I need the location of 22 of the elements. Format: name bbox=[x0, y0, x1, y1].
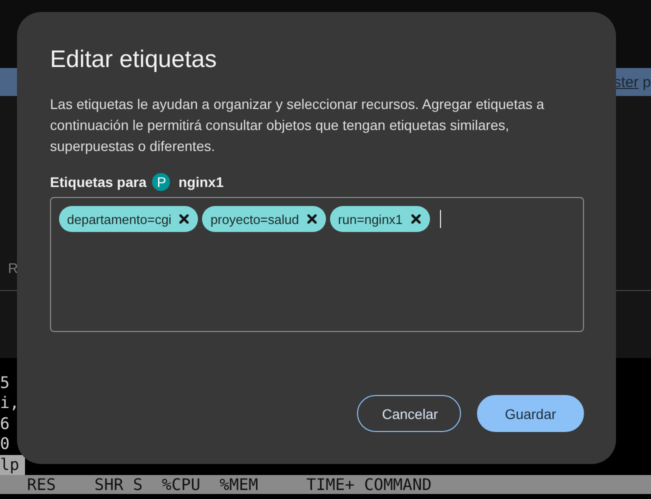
terminal-line: i, bbox=[0, 393, 20, 414]
status-header: RES SHR S %CPU %MEM TIME+ COMMAND bbox=[0, 475, 651, 494]
close-icon[interactable] bbox=[179, 214, 190, 224]
save-button[interactable]: Guardar bbox=[477, 395, 584, 432]
dialog-title: Editar etiquetas bbox=[50, 46, 217, 74]
label-chip[interactable]: proyecto=salud bbox=[202, 206, 326, 232]
text-cursor bbox=[440, 210, 442, 228]
terminal-line: 0 bbox=[0, 434, 11, 454]
close-icon[interactable] bbox=[410, 214, 421, 224]
close-icon[interactable] bbox=[306, 214, 317, 224]
field-label: Etiquetas para bbox=[50, 174, 146, 190]
column-heading: R bbox=[8, 260, 18, 276]
banner-text: p bbox=[642, 74, 651, 90]
terminal-line: 6 bbox=[0, 414, 11, 434]
terminal-line: 5 bbox=[0, 372, 11, 393]
label-chip[interactable]: departamento=cgi bbox=[59, 206, 198, 232]
resource-badge: P bbox=[152, 173, 170, 191]
labels-field[interactable]: departamento=cgi proyecto=salud run=nginx1 bbox=[50, 197, 584, 332]
label-chip[interactable]: run=nginx1 bbox=[330, 206, 430, 232]
resource-name: nginx1 bbox=[178, 174, 224, 190]
cancel-button[interactable]: Cancelar bbox=[357, 395, 461, 432]
description: Las etiquetas le ayudan a organizar y seleccionar recursos. Agregar etiquetas a continuación le permitirá consultar objetos que tengan etiquetas similares, superpuestas o diferentes. bbox=[50, 95, 546, 156]
